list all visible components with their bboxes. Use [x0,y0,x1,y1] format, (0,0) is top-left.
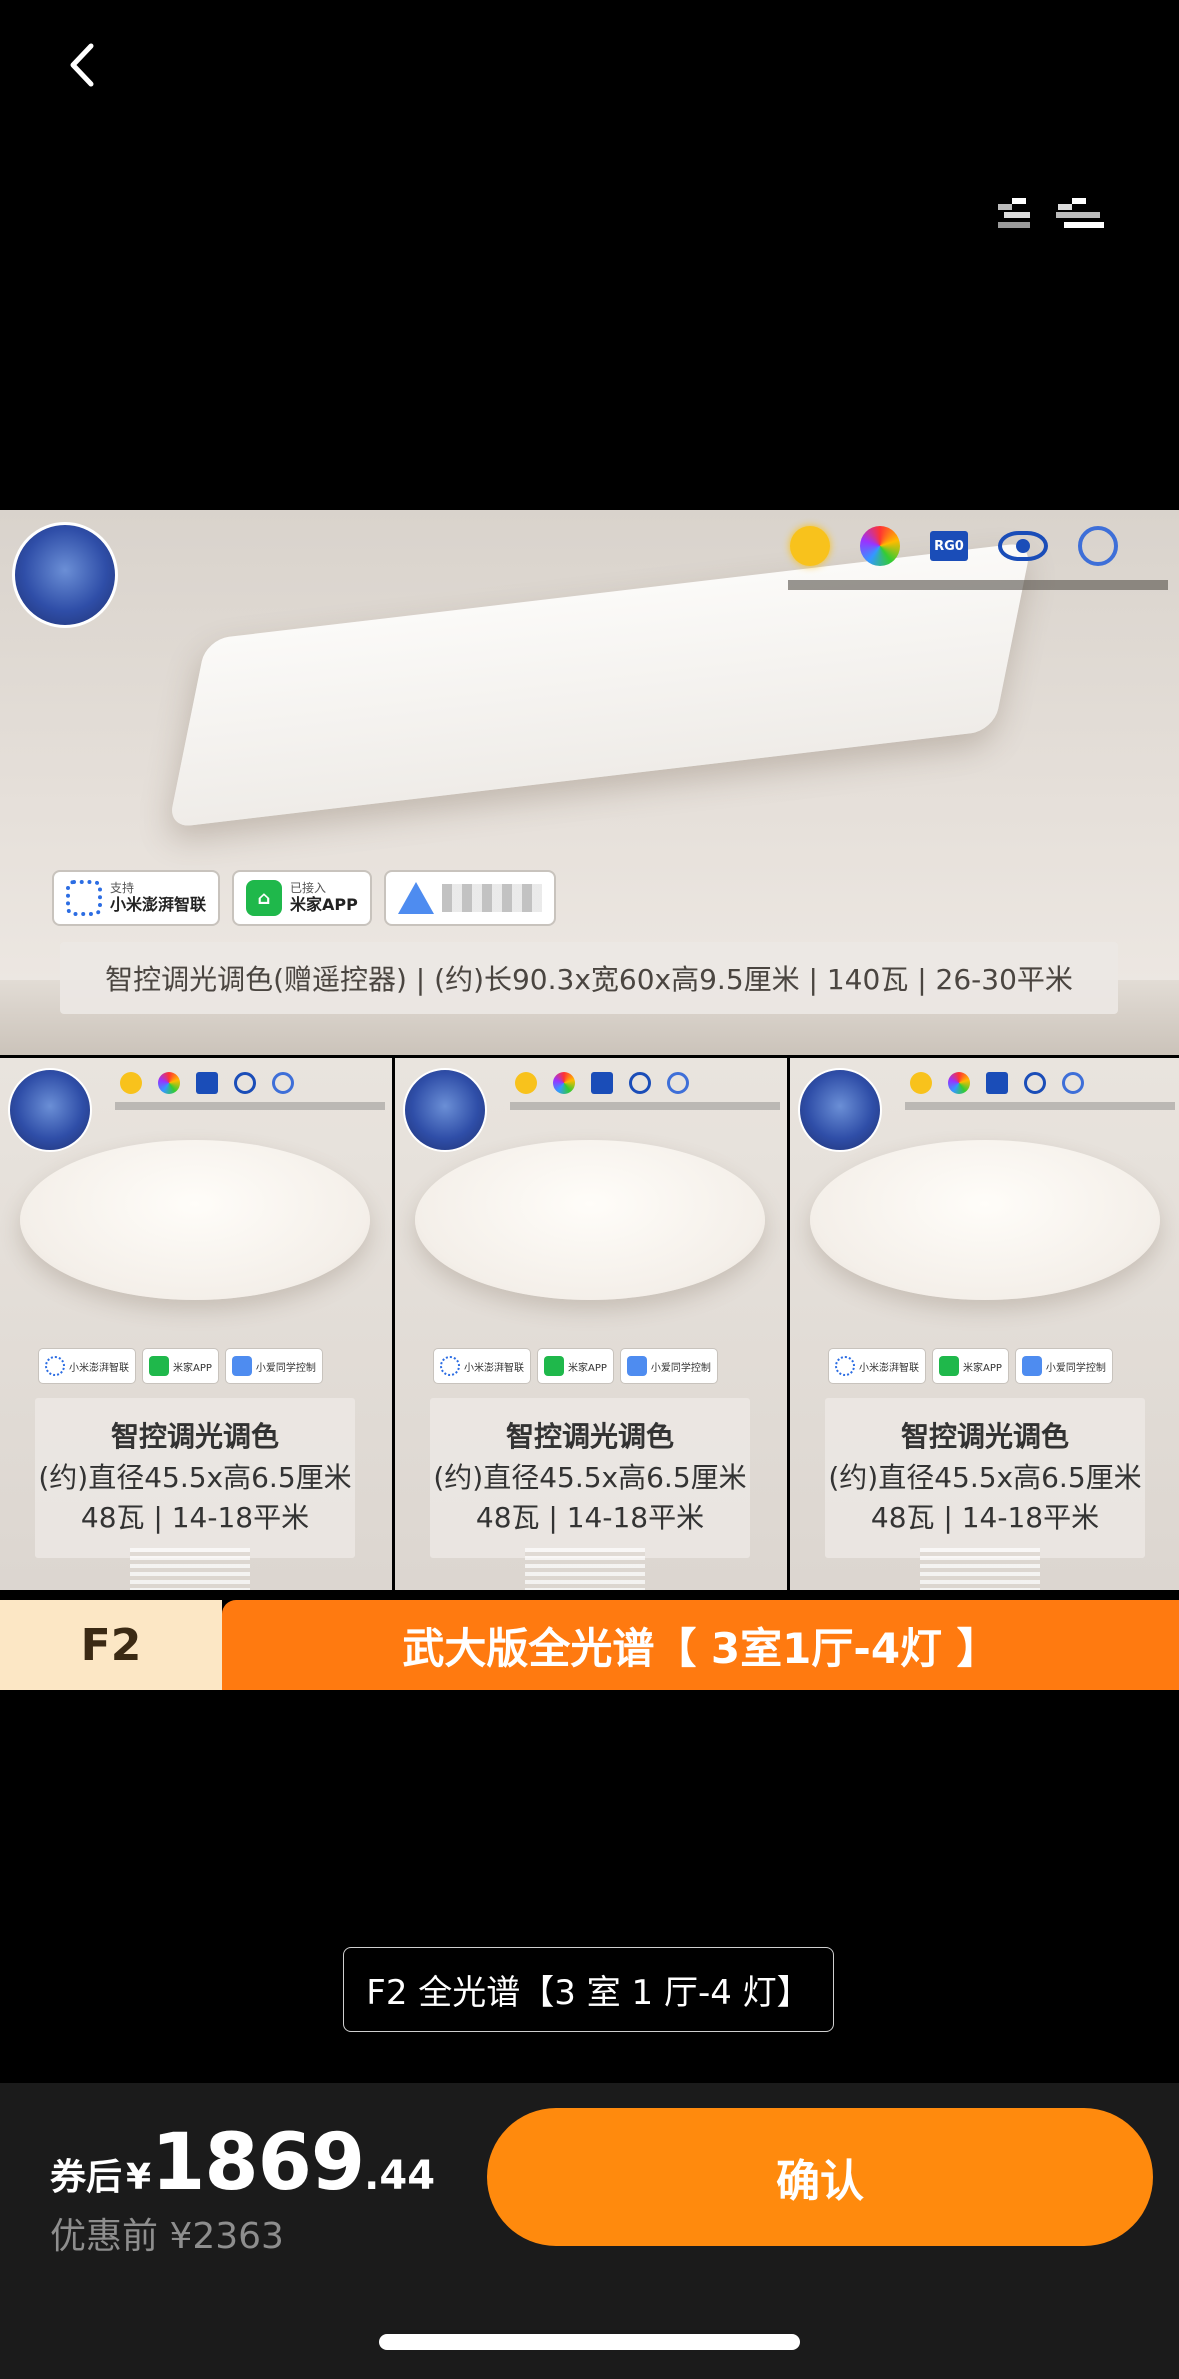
hyperos-connect-chip: 小米澎湃智联 [38,1348,136,1384]
hyperos-icon [835,1356,855,1376]
hyperos-icon [440,1356,460,1376]
product-image[interactable]: RG0 支持 小米澎湃智联 ⌂ 已接入 米家APP 智控调光调色(赠遥控器) |… [0,510,1179,1690]
tile-spec-box: 智控调光调色 (约)直径45.5x高6.5厘米 48瓦 | 14-18平米 [35,1398,355,1558]
feature-icon-row: RG0 [790,526,1118,566]
brand-logo [8,1068,92,1152]
refresh-ring-icon [1062,1072,1084,1094]
tile-spec-box: 智控调光调色 (约)直径45.5x高6.5厘米 48瓦 | 14-18平米 [430,1398,750,1558]
voice-assistant-chip: 小爱同学控制 [224,1348,323,1384]
eye-icon [998,531,1048,561]
sun-icon [515,1072,537,1094]
variant-tile-2: 小米澎湃智联 米家APP 小爱同学控制 智控调光调色 (约)直径45.5x高6.… [395,1058,787,1590]
tile-spec-box: 智控调光调色 (约)直径45.5x高6.5厘米 48瓦 | 14-18平米 [825,1398,1145,1558]
voice-assistant-chip: 小爱同学控制 [1014,1348,1113,1384]
mini-feature-icons [515,1072,689,1094]
window-blinds [920,1548,1040,1590]
rg0-badge-icon [196,1072,218,1094]
price-decimal: .44 [364,2153,436,2199]
price-integer: 1869 [151,2118,365,2208]
mini-feature-icons [120,1072,294,1094]
hyperos-connect-chip: 小米澎湃智联 [828,1348,926,1384]
voice-assistant-chip [383,870,556,926]
feature-captions-redacted [788,580,1168,590]
eye-icon [629,1072,651,1094]
home-indicator[interactable] [379,2334,800,2350]
variant-tile-3: 小米澎湃智联 米家APP 小爱同学控制 智控调光调色 (约)直径45.5x高6.… [790,1058,1179,1590]
redacted-text [441,884,542,912]
sun-icon [790,526,830,566]
refresh-ring-icon [667,1072,689,1094]
mijia-icon [544,1356,564,1376]
mijia-app-chip: 米家APP [537,1348,614,1384]
color-wheel-icon [158,1072,180,1094]
hero-panel: RG0 支持 小米澎湃智联 ⌂ 已接入 米家APP 智控调光调色(赠遥控器) |… [0,510,1179,1055]
color-wheel-icon [860,526,900,566]
color-wheel-icon [553,1072,575,1094]
original-price: 优惠前 ¥2363 [50,2216,284,2257]
selected-variant-caption: F2 全光谱【3 室 1 厅-4 灯】 [343,1947,834,2032]
color-wheel-icon [948,1072,970,1094]
eye-icon [234,1072,256,1094]
hyperos-connect-chip: 支持 小米澎湃智联 [52,870,221,926]
round-ceiling-lamp [415,1140,765,1300]
window-blinds [130,1548,250,1590]
mini-chip-row: 小米澎湃智联 米家APP 小爱同学控制 [38,1348,323,1384]
xiaoai-icon [1021,1356,1042,1376]
compat-chip-row: 支持 小米澎湃智联 ⌂ 已接入 米家APP [52,870,556,926]
variant-banner: F2 武大版全光谱【 3室1厅-4灯 】 [0,1600,1179,1690]
variant-banner-text: 武大版全光谱【 3室1厅-4灯 】 [222,1600,1179,1690]
mini-feature-captions [510,1102,780,1110]
spec-bar: 智控调光调色(赠遥控器) | (约)长90.3x宽60x高9.5厘米 | 140… [60,942,1118,1014]
variant-tile-1: 小米澎湃智联 米家APP 小爱同学控制 智控调光调色 (约)直径45.5x高6.… [0,1058,392,1590]
window-blinds [525,1548,645,1590]
mini-chip-row: 小米澎湃智联 米家APP 小爱同学控制 [828,1348,1113,1384]
brand-logo [403,1068,487,1152]
xiaoai-icon [397,882,434,914]
mini-feature-captions [905,1102,1175,1110]
xiaoai-icon [231,1356,252,1376]
sun-icon [120,1072,142,1094]
mijia-app-chip: 米家APP [932,1348,1009,1384]
confirm-button[interactable]: 确认 [487,2108,1153,2246]
round-ceiling-lamp [810,1140,1160,1300]
brand-logo [798,1068,882,1152]
mini-feature-captions [115,1102,385,1110]
voice-assistant-chip: 小爱同学控制 [619,1348,718,1384]
mijia-app-chip: ⌂ 已接入 米家APP [232,870,372,926]
mijia-app-chip: 米家APP [142,1348,219,1384]
hyperos-icon [66,880,102,916]
price-after-coupon: 券后 ¥ 1869 .44 [50,2118,435,2208]
mini-feature-icons [910,1072,1084,1094]
mijia-icon [149,1356,169,1376]
mijia-icon: ⌂ [246,880,283,916]
variant-code: F2 [0,1600,222,1690]
rg0-badge-icon [591,1072,613,1094]
mijia-icon [939,1356,959,1376]
hyperos-icon [45,1356,65,1376]
refresh-ring-icon [272,1072,294,1094]
hyperos-connect-chip: 小米澎湃智联 [433,1348,531,1384]
currency-symbol: ¥ [126,2157,152,2198]
sun-icon [910,1072,932,1094]
price-label: 券后 [50,2157,123,2198]
round-ceiling-lamp [20,1140,370,1300]
brand-logo [12,522,118,628]
eye-icon [1024,1072,1046,1094]
rg0-badge-icon: RG0 [930,531,968,561]
refresh-ring-icon [1078,526,1118,566]
mini-chip-row: 小米澎湃智联 米家APP 小爱同学控制 [433,1348,718,1384]
chevron-left-icon [70,43,94,87]
back-button[interactable] [48,30,118,100]
rg0-badge-icon [986,1072,1008,1094]
redacted-watermark [998,198,1106,232]
xiaoai-icon [626,1356,647,1376]
